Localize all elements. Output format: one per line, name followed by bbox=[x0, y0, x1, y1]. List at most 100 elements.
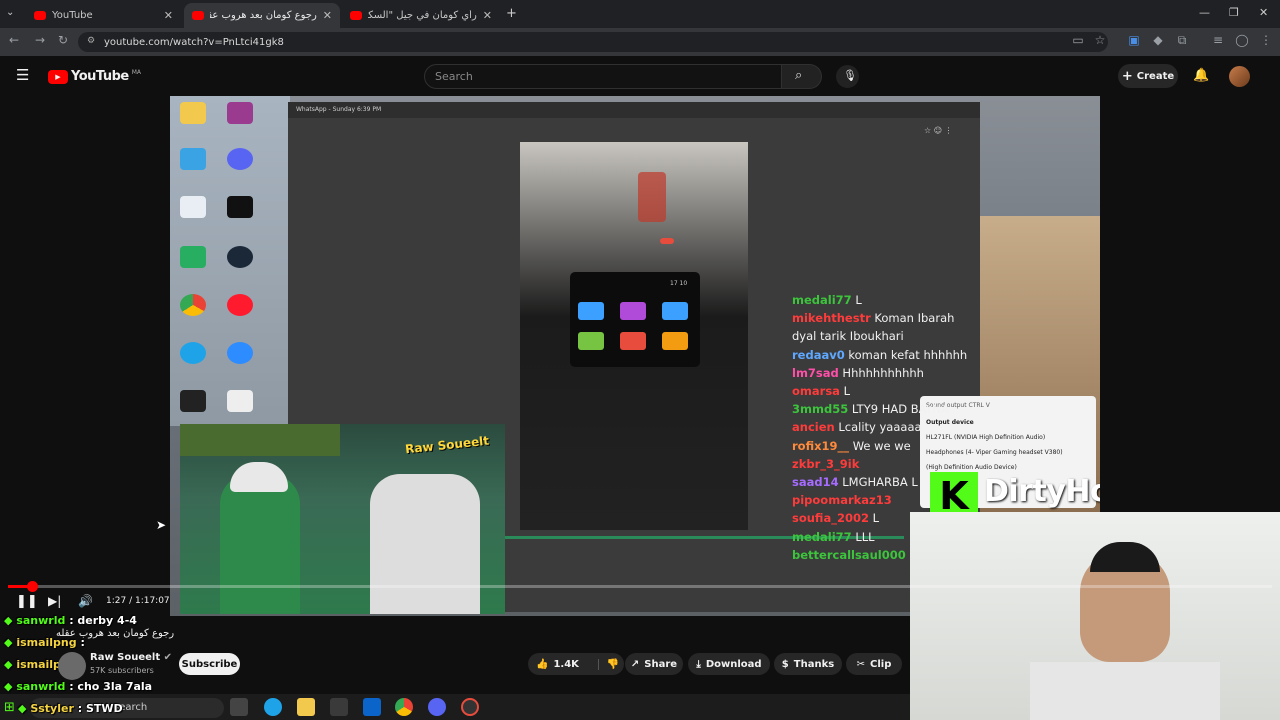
youtube-favicon-icon bbox=[350, 11, 362, 20]
channel-avatar[interactable] bbox=[58, 652, 86, 680]
recycle-bin-icon bbox=[180, 196, 206, 218]
channel-name[interactable]: Raw Soueelt ✔ bbox=[90, 652, 172, 663]
tab-video-2[interactable]: رأي كومان في جيل "السكانة دْ"ك ✕ bbox=[342, 3, 500, 28]
streamer-desktop bbox=[170, 96, 290, 426]
chrome-taskbar-icon[interactable] bbox=[395, 698, 413, 716]
thumbs-down-icon[interactable]: 👎 bbox=[597, 658, 619, 670]
region-code: MA bbox=[131, 69, 142, 76]
plus-icon: + bbox=[1121, 68, 1133, 84]
shelf-decor bbox=[180, 424, 340, 456]
folder-icon bbox=[180, 102, 206, 124]
streamer-name: DirtyHowaAnaa bbox=[984, 474, 1100, 509]
account-avatar[interactable] bbox=[1229, 66, 1250, 87]
profile-icon[interactable]: ◯ bbox=[1234, 33, 1250, 47]
car-infotainment-screen: 17 10 bbox=[570, 272, 700, 367]
search-button[interactable]: ⌕ bbox=[782, 64, 822, 89]
overlay-chat-line: ◆ sanwrld : cho 3la 7ala bbox=[4, 680, 153, 693]
restore-icon[interactable]: ❐ bbox=[1229, 6, 1239, 19]
person-left bbox=[220, 474, 300, 614]
forward-arrow-icon[interactable]: → bbox=[32, 33, 48, 47]
site-info-icon[interactable]: ⚙ bbox=[87, 36, 95, 46]
hazard-button bbox=[660, 238, 674, 244]
explorer-taskbar-icon[interactable] bbox=[297, 698, 315, 716]
chat-message: 3mmd55 LTY9 HAD BAYNA bbox=[792, 402, 950, 417]
tab-close-icon[interactable]: ✕ bbox=[483, 9, 492, 22]
file-icon bbox=[227, 390, 253, 412]
capcut-icon bbox=[227, 196, 253, 218]
thanks-button[interactable]: $ Thanks bbox=[774, 653, 842, 675]
share-icon: ↗ bbox=[630, 658, 640, 670]
chat-message: redaav0 koman kefat hhhhhh bbox=[792, 347, 968, 362]
edge-taskbar-icon[interactable] bbox=[264, 698, 282, 716]
overlay-chat-line: ◆ ismailpng : bbox=[4, 636, 85, 649]
car-app-nav bbox=[620, 332, 646, 350]
voice-search-button[interactable]: 🎙 bbox=[836, 65, 859, 88]
discord-taskbar-icon[interactable] bbox=[428, 698, 446, 716]
video-scrubber-handle[interactable] bbox=[27, 581, 38, 592]
back-arrow-icon[interactable]: ← bbox=[6, 33, 22, 47]
windows-start-icon[interactable]: ⊞ bbox=[4, 700, 15, 715]
hamburger-menu-icon[interactable]: ☰ bbox=[16, 66, 29, 84]
video-progress-track[interactable] bbox=[8, 585, 1272, 588]
pedestrian bbox=[638, 172, 666, 222]
close-window-icon[interactable]: ✕ bbox=[1259, 6, 1268, 19]
address-bar[interactable]: ⚙ youtube.com/watch?v=PnLtci41gk8 bbox=[78, 32, 1108, 52]
pause-icon[interactable]: ❚❚ bbox=[16, 594, 38, 609]
youtube-logo-text: YouTube bbox=[71, 69, 129, 84]
streamer-webcam bbox=[910, 512, 1280, 720]
white-cap bbox=[230, 462, 288, 492]
tab-close-icon[interactable]: ✕ bbox=[323, 9, 332, 22]
task-view-icon[interactable] bbox=[230, 698, 248, 716]
raw-soueelt-sign: Raw Soueelt bbox=[404, 433, 490, 457]
minimize-icon[interactable]: — bbox=[1199, 6, 1210, 19]
overlay-chat-line: ◆ sanwrld : derby 4-4 bbox=[4, 614, 137, 627]
volume-icon[interactable]: 🔊 bbox=[78, 594, 93, 608]
search-icon: ⌕ bbox=[795, 68, 803, 83]
youtube-favicon-icon bbox=[192, 11, 204, 20]
car-app-ambiance bbox=[662, 332, 688, 350]
discord-icon bbox=[227, 148, 253, 170]
video-timecode: 1:27 / 1:17:07 bbox=[106, 596, 170, 606]
tab-video-active[interactable]: رجوع كومان بعد هروب عقله ✕ bbox=[184, 3, 340, 28]
extensions-puzzle-icon[interactable]: ⧉ bbox=[1174, 33, 1190, 48]
download-button[interactable]: ⤓ Download bbox=[688, 653, 770, 675]
bookmark-star-icon[interactable]: ☆ bbox=[1092, 33, 1108, 47]
tab-close-icon[interactable]: ✕ bbox=[164, 9, 173, 22]
notifications-bell-icon[interactable]: 🔔 bbox=[1193, 68, 1209, 83]
reading-list-icon[interactable]: ≡ bbox=[1210, 33, 1226, 47]
edge-icon bbox=[180, 342, 206, 364]
tab-youtube[interactable]: YouTube ✕ bbox=[26, 3, 181, 28]
winrar-icon bbox=[227, 102, 253, 124]
translate-extension-icon[interactable]: ▣ bbox=[1126, 33, 1142, 47]
reload-icon[interactable]: ↻ bbox=[55, 33, 71, 47]
search-input[interactable]: Search bbox=[424, 64, 782, 89]
like-count[interactable]: 1.4K bbox=[553, 659, 578, 670]
new-tab-plus-icon[interactable]: + bbox=[506, 6, 517, 21]
person-right bbox=[370, 474, 480, 614]
thumbs-up-icon[interactable]: 👍 bbox=[536, 659, 548, 670]
subscribe-button[interactable]: Subscribe bbox=[179, 653, 240, 675]
chat-message: omarsa L bbox=[792, 384, 850, 399]
chat-message: lm7sad Hhhhhhhhhhh bbox=[792, 365, 924, 380]
obs-taskbar-icon[interactable] bbox=[461, 698, 479, 716]
url-text: youtube.com/watch?v=PnLtci41gk8 bbox=[104, 36, 284, 48]
chrome-menu-icon[interactable]: ⋮ bbox=[1258, 33, 1274, 47]
youtube-logo[interactable]: ▶ YouTube MA bbox=[48, 69, 141, 84]
whatsapp-title-bar: WhatsApp - Sunday 6:39 PM bbox=[288, 102, 980, 118]
share-button[interactable]: ↗ Share bbox=[625, 653, 683, 675]
next-video-icon[interactable]: ▶| bbox=[48, 594, 61, 608]
extension-diamond-icon[interactable]: ◆ bbox=[1150, 33, 1166, 47]
steam-icon bbox=[227, 246, 253, 268]
store-taskbar-icon[interactable] bbox=[330, 698, 348, 716]
streamer-shirt bbox=[1030, 662, 1220, 720]
create-button[interactable]: + Create bbox=[1118, 64, 1178, 88]
cast-icon[interactable]: ▭ bbox=[1070, 33, 1086, 47]
downloads-icon bbox=[180, 246, 206, 268]
this-pc-icon bbox=[180, 148, 206, 170]
streamer-hair bbox=[1090, 542, 1160, 572]
clip-button[interactable]: ✂ Clip bbox=[846, 653, 902, 675]
outlook-taskbar-icon[interactable] bbox=[363, 698, 381, 716]
tab-search-icon[interactable]: ⌄ bbox=[6, 7, 14, 18]
whatsapp-video: 17 10 bbox=[520, 142, 748, 530]
car-app-media bbox=[620, 302, 646, 320]
